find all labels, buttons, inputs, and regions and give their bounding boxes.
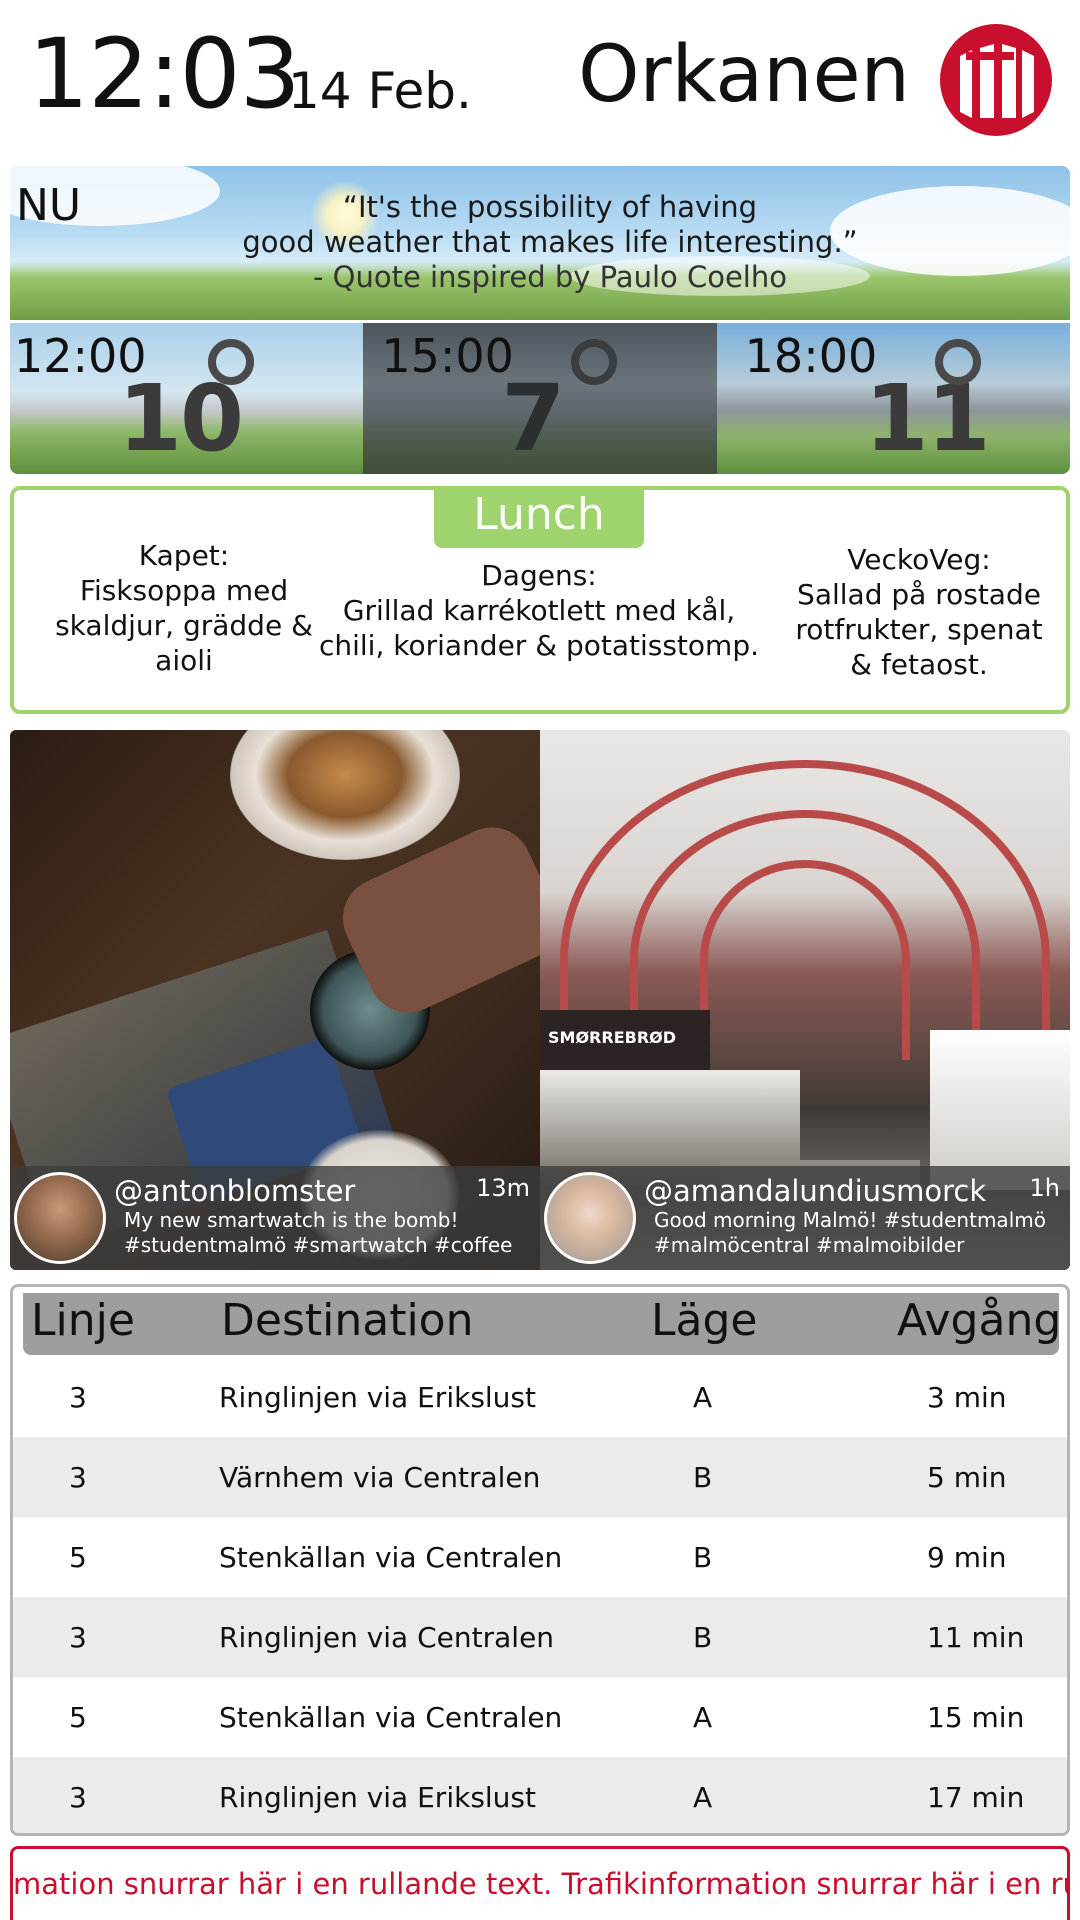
forecast-temperature: 7 [501,365,565,472]
degree-icon [934,339,981,385]
departure-time: 17 min [927,1781,1025,1814]
departure-row: 3 Ringlinjen via Erikslust A 17 min [13,1757,1067,1833]
departure-position: A [693,1381,713,1414]
quote-line-1: “It's the possibility of having [342,190,758,224]
lunch-menu-name: Kapet: [138,539,230,572]
avatar [14,1172,106,1264]
departures-header: Linje Destination Läge Avgång [23,1293,1062,1355]
lunch-title: Lunch [434,486,644,548]
departure-line: 3 [69,1381,87,1414]
header: 12:03 14 Feb. Orkanen [0,0,1080,160]
departure-position: A [693,1701,713,1734]
departure-row: 3 Ringlinjen via Centralen B 11 min [13,1597,1067,1677]
departure-time: 15 min [927,1701,1025,1734]
weather-forecast: 12:00 10 15:00 7 18:00 11 [10,320,1070,474]
weather-now-background: NU “It's the possibility of having good … [10,166,1070,320]
departure-destination: Värnhem via Centralen [219,1461,541,1494]
malmo-university-logo-icon [940,24,1052,136]
lunch-menu-item: VeckoVeg: Sallad på rostade rotfrukter, … [784,542,1054,682]
departure-line: 3 [69,1461,87,1494]
departure-position: B [693,1541,713,1574]
lunch-menu-item: Kapet: Fisksoppa med skaldjur, grädde & … [54,538,314,678]
departure-destination: Ringlinjen via Erikslust [219,1781,536,1814]
lunch-menu-name: VeckoVeg: [847,543,991,576]
column-header-departure: Avgång [897,1295,1062,1346]
column-header-position: Läge [651,1295,758,1346]
avatar [544,1172,636,1264]
social-message-line: Good morning Malmö! #studentmalmö [654,1208,1046,1232]
lunch-menu-name: Dagens: [481,559,597,592]
social-post[interactable]: @antonblomster 13m My new smartwatch is … [10,730,540,1270]
departure-line: 5 [69,1701,87,1734]
weather-now-label: NU [16,180,82,231]
quote-line-2: good weather that makes life interesting… [242,225,858,259]
column-header-line: Linje [31,1295,135,1346]
weather-panel: NU “It's the possibility of having good … [10,166,1070,474]
lunch-panel: Lunch Kapet: Fisksoppa med skaldjur, grä… [10,486,1070,714]
departure-position: B [693,1461,713,1494]
departure-line: 3 [69,1781,87,1814]
location-title: Orkanen [578,30,910,120]
departure-row: 5 Stenkällan via Centralen B 9 min [13,1517,1067,1597]
lunch-menu-dish: Sallad på rostade rotfrukter, spenat & f… [795,578,1043,681]
traffic-info-text: mation snurrar här i en rullande text. T… [13,1867,1070,1901]
social-feed: @antonblomster 13m My new smartwatch is … [10,730,1070,1270]
departure-position: B [693,1621,713,1654]
traffic-info-ticker: mation snurrar här i en rullande text. T… [10,1846,1070,1920]
clock-time: 12:03 [28,18,301,130]
social-message-line: #malmöcentral #malmoibilder [654,1233,965,1257]
departure-time: 5 min [927,1461,1007,1494]
departure-time: 9 min [927,1541,1007,1574]
forecast-slot: 12:00 10 [10,323,364,474]
quote-author: - Quote inspired by Paulo Coelho [313,260,787,294]
lunch-menu-dish: Grillad karrékotlett med kål, chili, kor… [318,594,759,662]
forecast-time: 15:00 [381,329,514,383]
social-message-line: #studentmalmö #smartwatch #coffee [124,1233,513,1257]
lunch-menu-dish: Fisksoppa med skaldjur, grädde & aioli [55,574,313,677]
social-post-age: 1h [1029,1174,1060,1202]
weather-quote: “It's the possibility of having good wea… [160,190,940,295]
lunch-menu-item: Dagens: Grillad karrékotlett med kål, ch… [314,558,764,663]
social-message: Good morning Malmö! #studentmalmö #malmö… [654,1208,1054,1258]
departure-row: 5 Stenkällan via Centralen A 15 min [13,1677,1067,1757]
forecast-slot: 18:00 11 [716,323,1070,474]
departure-destination: Stenkällan via Centralen [219,1541,563,1574]
departure-line: 5 [69,1541,87,1574]
clock-date: 14 Feb. [288,62,472,120]
forecast-time: 18:00 [744,329,878,383]
column-header-destination: Destination [221,1295,474,1346]
departure-destination: Stenkällan via Centralen [219,1701,563,1734]
departure-line: 3 [69,1621,87,1654]
departure-row: 3 Ringlinjen via Erikslust A 3 min [13,1357,1067,1437]
departures-board: Linje Destination Läge Avgång 3 Ringlinj… [10,1284,1070,1836]
forecast-slot: 15:00 7 [363,323,717,474]
social-post-age: 13m [476,1174,530,1202]
social-post-caption: @antonblomster 13m My new smartwatch is … [10,1166,540,1270]
departure-time: 3 min [927,1381,1007,1414]
degree-icon [208,339,254,385]
social-post-caption: @amandalundiusmorck 1h Good morning Malm… [540,1166,1070,1270]
social-message-line: My new smartwatch is the bomb! [124,1208,459,1232]
departure-time: 11 min [927,1621,1025,1654]
social-handle[interactable]: @amandalundiusmorck [644,1174,986,1208]
social-post[interactable]: SMØRREBRØD @amandalundiusmorck 1h Good m… [540,730,1070,1270]
departure-position: A [693,1781,713,1814]
departure-row: 3 Värnhem via Centralen B 5 min [13,1437,1067,1517]
social-handle[interactable]: @antonblomster [114,1174,355,1208]
departure-destination: Ringlinjen via Centralen [219,1621,555,1654]
departure-destination: Ringlinjen via Erikslust [219,1381,536,1414]
social-message: My new smartwatch is the bomb! #studentm… [124,1208,524,1258]
degree-icon [571,339,618,385]
